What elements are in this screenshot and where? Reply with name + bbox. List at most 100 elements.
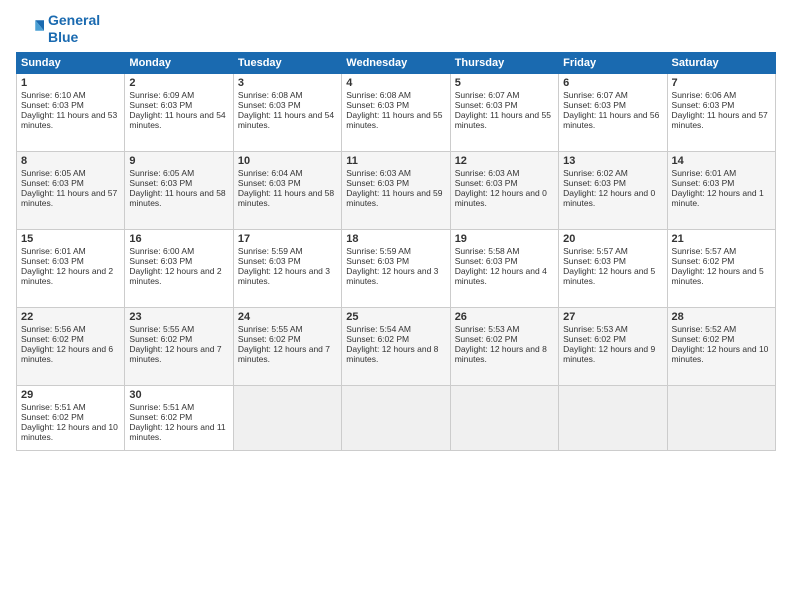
calendar-cell: 22Sunrise: 5:56 AMSunset: 6:02 PMDayligh… bbox=[17, 307, 125, 385]
day-number: 11 bbox=[346, 155, 445, 167]
day-number: 5 bbox=[455, 77, 554, 89]
calendar-cell bbox=[667, 385, 775, 450]
day-info: Sunrise: 6:04 AMSunset: 6:03 PMDaylight:… bbox=[238, 168, 334, 208]
day-info: Sunrise: 5:58 AMSunset: 6:03 PMDaylight:… bbox=[455, 246, 547, 286]
calendar-cell: 2Sunrise: 6:09 AMSunset: 6:03 PMDaylight… bbox=[125, 73, 233, 151]
calendar-cell: 20Sunrise: 5:57 AMSunset: 6:03 PMDayligh… bbox=[559, 229, 667, 307]
calendar-cell bbox=[450, 385, 558, 450]
day-number: 8 bbox=[21, 155, 120, 167]
day-info: Sunrise: 5:52 AMSunset: 6:02 PMDaylight:… bbox=[672, 324, 769, 364]
weekday-header: Wednesday bbox=[342, 52, 450, 73]
day-number: 14 bbox=[672, 155, 771, 167]
day-number: 30 bbox=[129, 389, 228, 401]
calendar-cell: 9Sunrise: 6:05 AMSunset: 6:03 PMDaylight… bbox=[125, 151, 233, 229]
day-info: Sunrise: 6:10 AMSunset: 6:03 PMDaylight:… bbox=[21, 90, 117, 130]
calendar-cell: 29Sunrise: 5:51 AMSunset: 6:02 PMDayligh… bbox=[17, 385, 125, 450]
calendar-cell: 16Sunrise: 6:00 AMSunset: 6:03 PMDayligh… bbox=[125, 229, 233, 307]
day-info: Sunrise: 5:57 AMSunset: 6:02 PMDaylight:… bbox=[672, 246, 764, 286]
weekday-header: Thursday bbox=[450, 52, 558, 73]
day-number: 16 bbox=[129, 233, 228, 245]
day-info: Sunrise: 6:00 AMSunset: 6:03 PMDaylight:… bbox=[129, 246, 221, 286]
day-info: Sunrise: 6:03 AMSunset: 6:03 PMDaylight:… bbox=[346, 168, 442, 208]
day-number: 27 bbox=[563, 311, 662, 323]
day-info: Sunrise: 6:05 AMSunset: 6:03 PMDaylight:… bbox=[21, 168, 117, 208]
calendar-week-row: 8Sunrise: 6:05 AMSunset: 6:03 PMDaylight… bbox=[17, 151, 776, 229]
day-info: Sunrise: 5:56 AMSunset: 6:02 PMDaylight:… bbox=[21, 324, 113, 364]
calendar-cell bbox=[233, 385, 341, 450]
day-number: 9 bbox=[129, 155, 228, 167]
day-info: Sunrise: 6:01 AMSunset: 6:03 PMDaylight:… bbox=[21, 246, 113, 286]
day-number: 22 bbox=[21, 311, 120, 323]
calendar-cell: 13Sunrise: 6:02 AMSunset: 6:03 PMDayligh… bbox=[559, 151, 667, 229]
calendar-cell bbox=[342, 385, 450, 450]
day-number: 13 bbox=[563, 155, 662, 167]
day-number: 1 bbox=[21, 77, 120, 89]
calendar-cell: 14Sunrise: 6:01 AMSunset: 6:03 PMDayligh… bbox=[667, 151, 775, 229]
day-number: 17 bbox=[238, 233, 337, 245]
calendar-cell: 4Sunrise: 6:08 AMSunset: 6:03 PMDaylight… bbox=[342, 73, 450, 151]
weekday-header: Monday bbox=[125, 52, 233, 73]
day-number: 12 bbox=[455, 155, 554, 167]
day-number: 28 bbox=[672, 311, 771, 323]
day-number: 6 bbox=[563, 77, 662, 89]
calendar-cell: 26Sunrise: 5:53 AMSunset: 6:02 PMDayligh… bbox=[450, 307, 558, 385]
calendar-cell: 27Sunrise: 5:53 AMSunset: 6:02 PMDayligh… bbox=[559, 307, 667, 385]
day-info: Sunrise: 6:07 AMSunset: 6:03 PMDaylight:… bbox=[455, 90, 551, 130]
day-number: 15 bbox=[21, 233, 120, 245]
day-number: 26 bbox=[455, 311, 554, 323]
logo-text: General Blue bbox=[48, 12, 100, 46]
header: General Blue bbox=[16, 12, 776, 46]
day-info: Sunrise: 5:55 AMSunset: 6:02 PMDaylight:… bbox=[238, 324, 330, 364]
day-info: Sunrise: 5:59 AMSunset: 6:03 PMDaylight:… bbox=[238, 246, 330, 286]
day-number: 18 bbox=[346, 233, 445, 245]
calendar-cell: 8Sunrise: 6:05 AMSunset: 6:03 PMDaylight… bbox=[17, 151, 125, 229]
day-number: 7 bbox=[672, 77, 771, 89]
weekday-header: Friday bbox=[559, 52, 667, 73]
day-number: 2 bbox=[129, 77, 228, 89]
day-info: Sunrise: 6:01 AMSunset: 6:03 PMDaylight:… bbox=[672, 168, 764, 208]
calendar-cell: 19Sunrise: 5:58 AMSunset: 6:03 PMDayligh… bbox=[450, 229, 558, 307]
day-info: Sunrise: 6:05 AMSunset: 6:03 PMDaylight:… bbox=[129, 168, 225, 208]
day-info: Sunrise: 5:51 AMSunset: 6:02 PMDaylight:… bbox=[129, 402, 225, 442]
calendar-cell: 30Sunrise: 5:51 AMSunset: 6:02 PMDayligh… bbox=[125, 385, 233, 450]
day-number: 21 bbox=[672, 233, 771, 245]
day-info: Sunrise: 6:03 AMSunset: 6:03 PMDaylight:… bbox=[455, 168, 547, 208]
logo-blue: Blue bbox=[48, 29, 78, 45]
calendar-cell: 24Sunrise: 5:55 AMSunset: 6:02 PMDayligh… bbox=[233, 307, 341, 385]
calendar-cell: 21Sunrise: 5:57 AMSunset: 6:02 PMDayligh… bbox=[667, 229, 775, 307]
calendar-cell: 10Sunrise: 6:04 AMSunset: 6:03 PMDayligh… bbox=[233, 151, 341, 229]
day-number: 25 bbox=[346, 311, 445, 323]
calendar-cell: 6Sunrise: 6:07 AMSunset: 6:03 PMDaylight… bbox=[559, 73, 667, 151]
day-number: 3 bbox=[238, 77, 337, 89]
calendar-cell: 15Sunrise: 6:01 AMSunset: 6:03 PMDayligh… bbox=[17, 229, 125, 307]
logo: General Blue bbox=[16, 12, 100, 46]
day-info: Sunrise: 5:53 AMSunset: 6:02 PMDaylight:… bbox=[455, 324, 547, 364]
logo-icon bbox=[16, 15, 44, 43]
day-info: Sunrise: 5:55 AMSunset: 6:02 PMDaylight:… bbox=[129, 324, 221, 364]
weekday-header: Tuesday bbox=[233, 52, 341, 73]
day-info: Sunrise: 6:02 AMSunset: 6:03 PMDaylight:… bbox=[563, 168, 655, 208]
calendar-cell: 1Sunrise: 6:10 AMSunset: 6:03 PMDaylight… bbox=[17, 73, 125, 151]
calendar-cell: 25Sunrise: 5:54 AMSunset: 6:02 PMDayligh… bbox=[342, 307, 450, 385]
day-info: Sunrise: 5:53 AMSunset: 6:02 PMDaylight:… bbox=[563, 324, 655, 364]
calendar-week-row: 22Sunrise: 5:56 AMSunset: 6:02 PMDayligh… bbox=[17, 307, 776, 385]
calendar-week-row: 29Sunrise: 5:51 AMSunset: 6:02 PMDayligh… bbox=[17, 385, 776, 450]
calendar-cell: 28Sunrise: 5:52 AMSunset: 6:02 PMDayligh… bbox=[667, 307, 775, 385]
day-info: Sunrise: 5:54 AMSunset: 6:02 PMDaylight:… bbox=[346, 324, 438, 364]
day-info: Sunrise: 5:51 AMSunset: 6:02 PMDaylight:… bbox=[21, 402, 118, 442]
weekday-header: Saturday bbox=[667, 52, 775, 73]
day-number: 29 bbox=[21, 389, 120, 401]
calendar-header-row: SundayMondayTuesdayWednesdayThursdayFrid… bbox=[17, 52, 776, 73]
calendar-table: SundayMondayTuesdayWednesdayThursdayFrid… bbox=[16, 52, 776, 451]
day-info: Sunrise: 6:08 AMSunset: 6:03 PMDaylight:… bbox=[346, 90, 442, 130]
calendar-cell: 5Sunrise: 6:07 AMSunset: 6:03 PMDaylight… bbox=[450, 73, 558, 151]
calendar-week-row: 1Sunrise: 6:10 AMSunset: 6:03 PMDaylight… bbox=[17, 73, 776, 151]
day-info: Sunrise: 6:09 AMSunset: 6:03 PMDaylight:… bbox=[129, 90, 225, 130]
day-info: Sunrise: 5:57 AMSunset: 6:03 PMDaylight:… bbox=[563, 246, 655, 286]
calendar-cell: 11Sunrise: 6:03 AMSunset: 6:03 PMDayligh… bbox=[342, 151, 450, 229]
calendar-cell: 12Sunrise: 6:03 AMSunset: 6:03 PMDayligh… bbox=[450, 151, 558, 229]
day-info: Sunrise: 6:06 AMSunset: 6:03 PMDaylight:… bbox=[672, 90, 768, 130]
logo-general: General bbox=[48, 12, 100, 28]
calendar-cell: 17Sunrise: 5:59 AMSunset: 6:03 PMDayligh… bbox=[233, 229, 341, 307]
day-number: 10 bbox=[238, 155, 337, 167]
